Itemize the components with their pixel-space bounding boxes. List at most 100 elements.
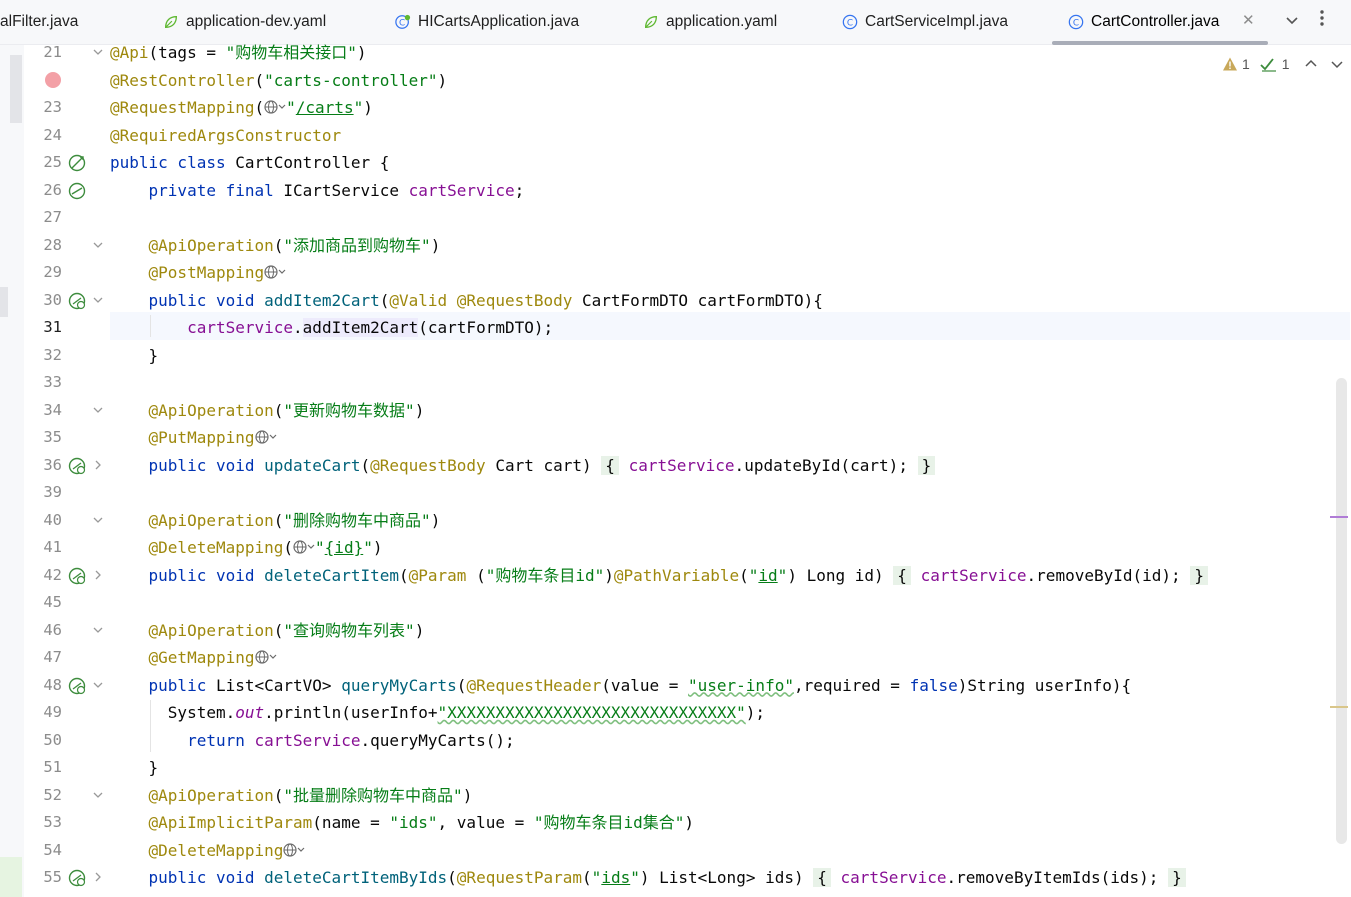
tab-globalfilter[interactable]: alFilter.java	[0, 0, 78, 44]
check-double-icon	[1260, 58, 1276, 72]
folded-brace[interactable]: {	[813, 868, 831, 887]
gutter-row: 31	[43, 318, 62, 336]
globe-endpoint-icon[interactable]	[254, 649, 277, 665]
fold-icon[interactable]	[92, 624, 104, 636]
code-line-54: @DeleteMapping	[110, 837, 305, 865]
tab-label: application.yaml	[666, 13, 778, 30]
spring-bean-icon[interactable]	[68, 154, 86, 172]
yaml-leaf-icon	[643, 14, 659, 30]
tab-cartserviceimpl[interactable]: C CartServiceImpl.java	[842, 0, 1008, 44]
globe-endpoint-icon[interactable]	[254, 429, 277, 445]
tab-label: CartServiceImpl.java	[865, 13, 1008, 30]
gutter-row: 54	[43, 840, 62, 859]
gutter-row: 36	[24, 452, 110, 480]
gutter-row: 53	[43, 813, 62, 831]
inspection-widget[interactable]: 1 1	[1222, 54, 1344, 74]
chevron-down-icon[interactable]	[1330, 57, 1344, 71]
code-line-42: public void deleteCartItem(@Param ("购物车条…	[110, 562, 1208, 590]
gutter-row: 49	[43, 703, 62, 721]
expand-icon[interactable]	[92, 871, 104, 883]
endpoint-globe-icon[interactable]	[68, 457, 86, 475]
gutter-row: 23	[43, 98, 62, 116]
code-line-50: return cartService.queryMyCarts();	[187, 730, 515, 750]
gutter-row: 50	[43, 730, 62, 749]
globe-endpoint-icon[interactable]	[264, 99, 286, 115]
tab-label: alFilter.java	[0, 13, 79, 30]
chevron-down-icon[interactable]	[1284, 12, 1300, 33]
java-class-icon: C	[842, 14, 858, 30]
fold-icon[interactable]	[92, 404, 104, 416]
code-line-47: @GetMapping	[110, 644, 277, 672]
fold-icon[interactable]	[92, 46, 104, 58]
fold-icon[interactable]	[92, 239, 104, 251]
gutter-row	[24, 67, 110, 95]
tab-label: CartController.java	[1091, 13, 1220, 30]
gutter-row: 29	[43, 263, 62, 281]
endpoint-globe-icon[interactable]	[68, 677, 86, 695]
fold-icon[interactable]	[92, 514, 104, 526]
endpoint-globe-icon[interactable]	[68, 869, 86, 887]
code-line-36: public void updateCart(@RequestBody Cart…	[110, 452, 936, 480]
code-line-48: public List<CartVO> queryMyCarts(@Reques…	[148, 675, 1132, 695]
fold-icon[interactable]	[92, 294, 104, 306]
globe-endpoint-icon[interactable]	[293, 539, 315, 555]
expand-icon[interactable]	[92, 569, 104, 581]
chevron-up-icon[interactable]	[1304, 57, 1318, 71]
tab-application-yaml[interactable]: application.yaml	[643, 0, 777, 44]
strip-marker	[0, 857, 22, 897]
gutter-row: 33	[43, 373, 62, 391]
expand-icon[interactable]	[92, 459, 104, 471]
strip-marker	[10, 55, 22, 123]
gutter-row: 46	[24, 617, 110, 645]
code-line-49: System.out.println(userInfo+"XXXXXXXXXXX…	[167, 703, 766, 722]
gutter-row: 40	[24, 507, 110, 535]
folded-brace[interactable]: }	[917, 455, 936, 475]
code-line-29: @PostMapping	[110, 259, 286, 287]
globe-endpoint-icon[interactable]	[283, 842, 305, 858]
code-line-51: }	[148, 758, 159, 777]
code-line-21: @Api(tags = "购物车相关接口")	[110, 43, 367, 62]
folded-brace[interactable]: {	[893, 565, 911, 585]
code-line-34: @ApiOperation("更新购物车数据")	[148, 400, 425, 420]
gutter-row: 55	[24, 864, 110, 892]
gutter-row: 32	[43, 345, 62, 364]
gutter-row: 21	[24, 39, 110, 67]
close-tab-icon[interactable]: ✕	[1242, 11, 1255, 29]
code-line-23: @RequestMapping("/carts")	[110, 98, 373, 117]
fold-icon[interactable]	[92, 789, 104, 801]
code-line-25: public class CartController {	[110, 153, 390, 172]
code-line-22: @RestController("carts-controller")	[110, 70, 448, 90]
endpoint-globe-icon[interactable]	[68, 567, 86, 585]
code-line-30: public void addItem2Cart(@Valid @Request…	[148, 290, 823, 310]
left-tool-strip	[0, 45, 24, 897]
gutter-row: 24	[43, 125, 62, 144]
more-vertical-icon[interactable]	[1319, 8, 1325, 33]
warning-icon	[1223, 57, 1237, 71]
code-line-26: private final ICartService cartService;	[148, 180, 525, 200]
gutter-row: 27	[43, 208, 62, 226]
tab-hicartsapplication[interactable]: C HICartsApplication.java	[395, 0, 579, 44]
folded-brace[interactable]: }	[1168, 868, 1186, 887]
scroll-marker	[1330, 706, 1348, 708]
tab-label: application-dev.yaml	[186, 13, 327, 30]
svg-text:C: C	[847, 19, 853, 29]
code-editor[interactable]: @Api(tags = "购物车相关接口") @RestController("…	[110, 43, 1350, 897]
line-number-gutter[interactable]: 21 23 24 25 26 27 28 29 30 31 32 33 34 3…	[24, 43, 110, 897]
fold-icon[interactable]	[92, 679, 104, 691]
svg-text:C: C	[399, 19, 405, 29]
gutter-row: 47	[43, 648, 62, 666]
endpoint-globe-icon[interactable]	[68, 292, 86, 310]
vertical-scrollbar[interactable]	[1336, 378, 1347, 844]
folded-brace[interactable]: {	[601, 455, 619, 475]
gutter-row: 52	[24, 782, 110, 810]
tab-label: HICartsApplication.java	[418, 13, 580, 30]
gutter-row: 42	[24, 562, 110, 590]
autowired-icon[interactable]	[68, 182, 86, 200]
gutter-row: 48	[24, 672, 110, 700]
code-line-32: }	[148, 345, 159, 365]
tab-cartcontroller[interactable]: C CartController.java	[1068, 0, 1219, 44]
globe-endpoint-icon[interactable]	[264, 264, 286, 280]
folded-brace[interactable]: }	[1190, 565, 1208, 585]
tab-application-dev-yaml[interactable]: application-dev.yaml	[163, 0, 326, 44]
breakpoint-icon[interactable]	[45, 71, 61, 88]
